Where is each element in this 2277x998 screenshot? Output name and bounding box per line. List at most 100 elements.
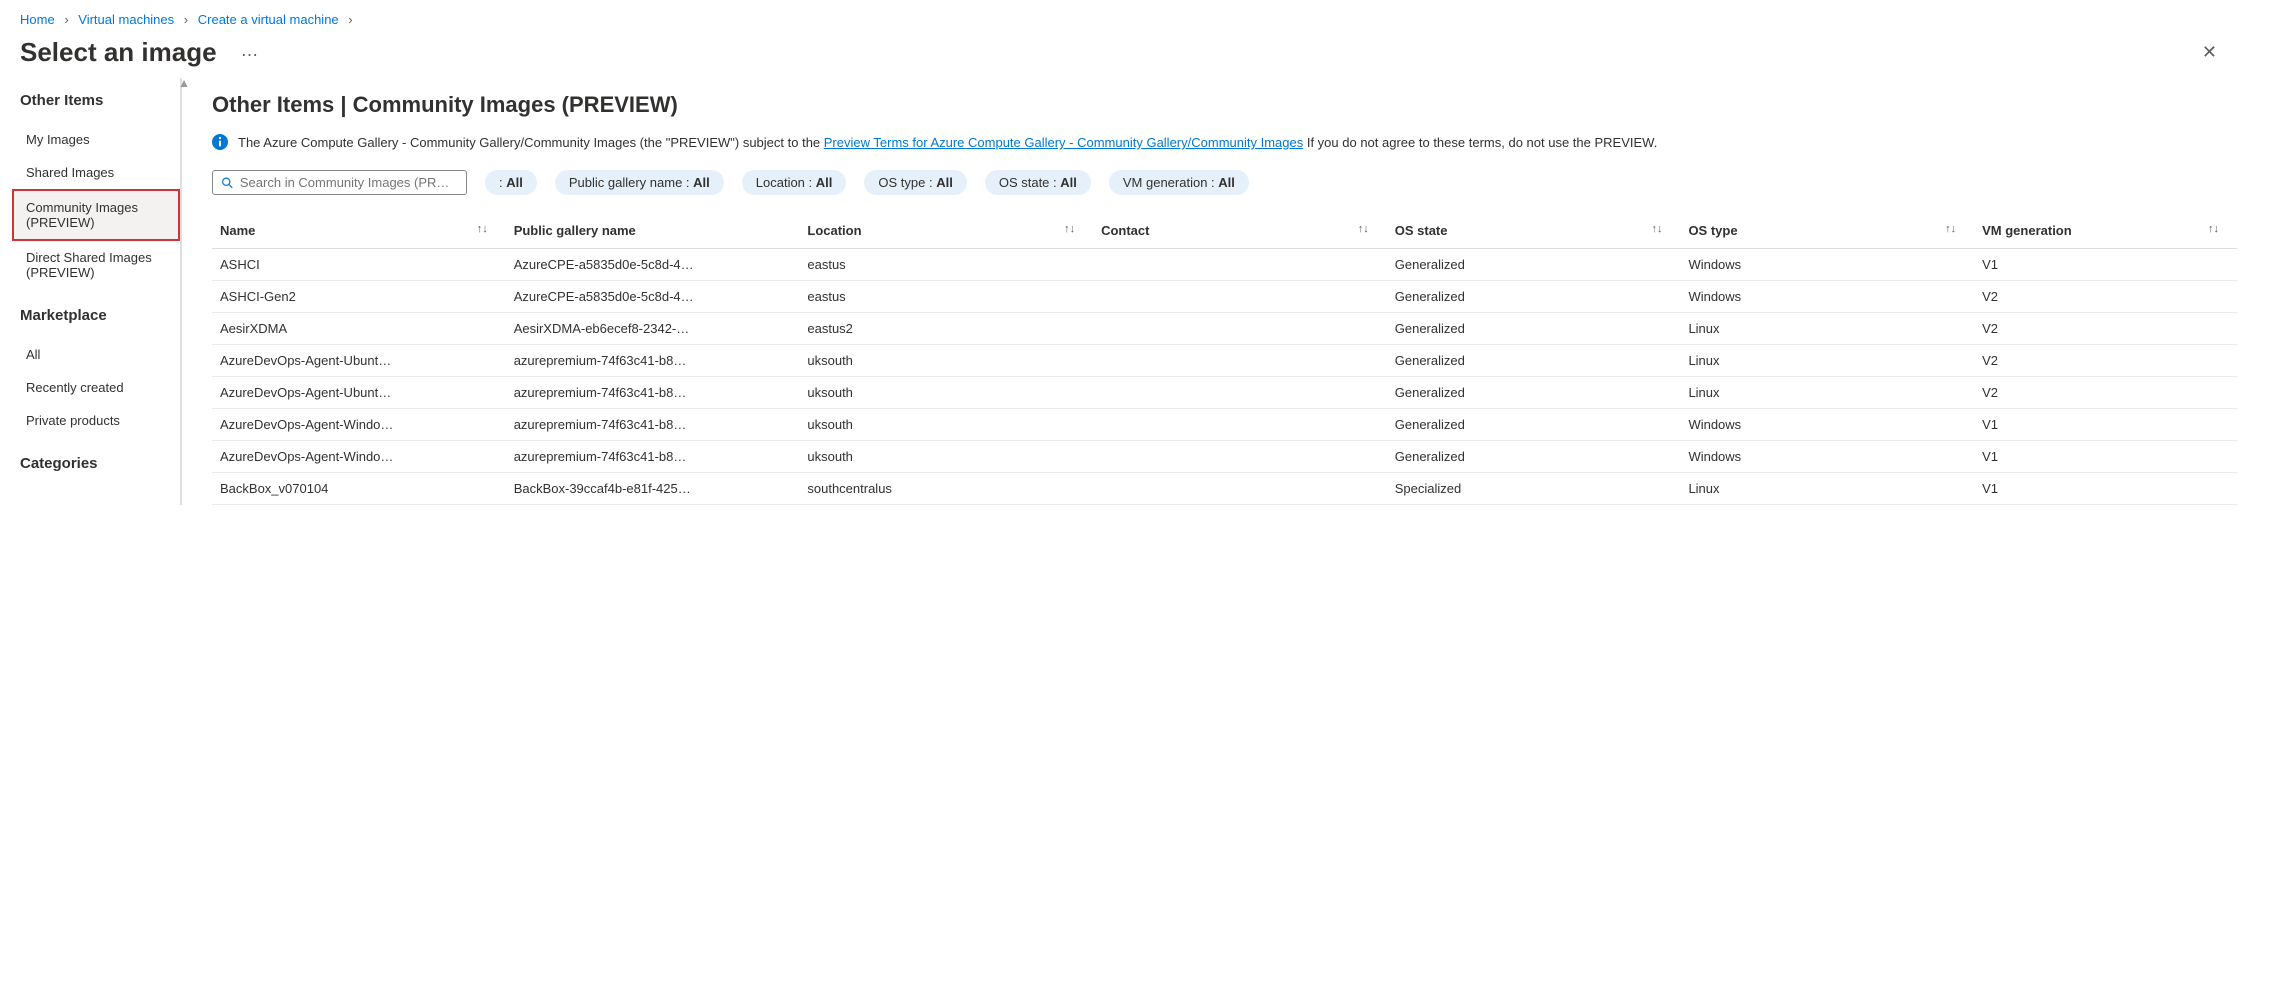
images-table: Name↑↓ Public gallery name Location↑↓ Co… [212,213,2237,505]
sort-icon: ↑↓ [1651,223,1662,235]
table-row[interactable]: BackBox_v070104BackBox-39ccaf4b-e81f-425… [212,473,2237,505]
cell-name: ASHCI [212,249,506,281]
sidebar-item-shared-images[interactable]: Shared Images [20,156,174,189]
filter-pill-osstate[interactable]: OS state : All [985,170,1091,195]
table-row[interactable]: ASHCI-Gen2AzureCPE-a5835d0e-5c8d-4…eastu… [212,281,2237,313]
search-input[interactable] [240,175,458,190]
search-input-wrapper[interactable] [212,170,467,195]
main-heading: Other Items | Community Images (PREVIEW) [212,92,2237,118]
cell-os_state: Generalized [1387,441,1681,473]
sidebar: ▲ Other Items My Images Shared Images Co… [0,78,182,505]
filter-pill-vmgen[interactable]: VM generation : All [1109,170,1249,195]
col-ostype[interactable]: OS type↑↓ [1680,213,1974,249]
cell-name: ASHCI-Gen2 [212,281,506,313]
cell-name: AzureDevOps-Agent-Ubunt… [212,345,506,377]
sidebar-other-items-heading: Other Items [20,92,174,109]
cell-os_type: Windows [1680,249,1974,281]
cell-os_type: Linux [1680,313,1974,345]
cell-contact [1093,281,1387,313]
cell-vmgen: V2 [1974,281,2237,313]
col-osstate[interactable]: OS state↑↓ [1387,213,1681,249]
table-row[interactable]: AzureDevOps-Agent-Ubunt…azurepremium-74f… [212,377,2237,409]
info-text: The Azure Compute Gallery - Community Ga… [238,134,1657,152]
cell-vmgen: V1 [1974,249,2237,281]
cell-location: uksouth [799,409,1093,441]
cell-location: eastus [799,281,1093,313]
chevron-right-icon: › [64,12,68,27]
cell-vmgen: V1 [1974,409,2237,441]
close-button[interactable]: ✕ [2202,42,2257,63]
table-row[interactable]: ASHCIAzureCPE-a5835d0e-5c8d-4…eastusGene… [212,249,2237,281]
cell-contact [1093,409,1387,441]
table-row[interactable]: AzureDevOps-Agent-Ubunt…azurepremium-74f… [212,345,2237,377]
chevron-right-icon: › [184,12,188,27]
cell-gallery: AzureCPE-a5835d0e-5c8d-4… [506,249,800,281]
filter-pill-location[interactable]: Location : All [742,170,847,195]
breadcrumb-home[interactable]: Home [20,12,55,27]
col-name[interactable]: Name↑↓ [212,213,506,249]
cell-gallery: azurepremium-74f63c41-b8… [506,345,800,377]
sidebar-categories-heading: Categories [20,455,174,472]
sort-icon: ↑↓ [1358,223,1369,235]
cell-os_state: Generalized [1387,409,1681,441]
cell-contact [1093,473,1387,505]
sidebar-marketplace-heading: Marketplace [20,307,174,324]
cell-contact [1093,345,1387,377]
cell-contact [1093,249,1387,281]
filter-pill-gallery[interactable]: Public gallery name : All [555,170,724,195]
more-button[interactable]: … [241,40,260,61]
cell-contact [1093,377,1387,409]
cell-vmgen: V2 [1974,345,2237,377]
cell-os_state: Specialized [1387,473,1681,505]
cell-os_type: Windows [1680,409,1974,441]
sort-icon: ↑↓ [2208,223,2219,235]
filter-pill-global[interactable]: : All [485,170,537,195]
cell-location: uksouth [799,441,1093,473]
cell-contact [1093,313,1387,345]
cell-os_type: Linux [1680,345,1974,377]
cell-contact [1093,441,1387,473]
cell-name: AzureDevOps-Agent-Windo… [212,409,506,441]
sidebar-item-recently-created[interactable]: Recently created [20,371,174,404]
sort-icon: ↑↓ [477,223,488,235]
breadcrumb-vms[interactable]: Virtual machines [78,12,174,27]
info-banner: The Azure Compute Gallery - Community Ga… [212,134,2237,152]
col-contact[interactable]: Contact↑↓ [1093,213,1387,249]
cell-gallery: azurepremium-74f63c41-b8… [506,409,800,441]
search-icon [221,176,234,190]
table-row[interactable]: AzureDevOps-Agent-Windo…azurepremium-74f… [212,441,2237,473]
cell-os_state: Generalized [1387,313,1681,345]
cell-gallery: azurepremium-74f63c41-b8… [506,377,800,409]
cell-os_type: Windows [1680,441,1974,473]
cell-os_type: Windows [1680,281,1974,313]
filter-pill-ostype[interactable]: OS type : All [864,170,966,195]
preview-terms-link[interactable]: Preview Terms for Azure Compute Gallery … [824,135,1303,150]
sidebar-item-community-images[interactable]: Community Images (PREVIEW) [12,189,180,241]
cell-vmgen: V2 [1974,377,2237,409]
sidebar-item-all[interactable]: All [20,338,174,371]
col-vmgen[interactable]: VM generation↑↓ [1974,213,2237,249]
page-title: Select an image [20,37,217,68]
cell-os_state: Generalized [1387,345,1681,377]
table-row[interactable]: AzureDevOps-Agent-Windo…azurepremium-74f… [212,409,2237,441]
table-row[interactable]: AesirXDMAAesirXDMA-eb6ecef8-2342-…eastus… [212,313,2237,345]
col-gallery[interactable]: Public gallery name [506,213,800,249]
breadcrumb-create-vm[interactable]: Create a virtual machine [198,12,339,27]
sidebar-item-my-images[interactable]: My Images [20,123,174,156]
cell-os_state: Generalized [1387,377,1681,409]
sidebar-item-private-products[interactable]: Private products [20,404,174,437]
main-content: Other Items | Community Images (PREVIEW)… [182,78,2277,505]
cell-gallery: azurepremium-74f63c41-b8… [506,441,800,473]
cell-gallery: AesirXDMA-eb6ecef8-2342-… [506,313,800,345]
toolbar: : All Public gallery name : All Location… [212,170,2237,195]
scroll-up-icon[interactable]: ▲ [178,76,190,90]
cell-location: uksouth [799,345,1093,377]
sort-icon: ↑↓ [1945,223,1956,235]
cell-os_type: Linux [1680,377,1974,409]
cell-vmgen: V1 [1974,441,2237,473]
col-location[interactable]: Location↑↓ [799,213,1093,249]
info-icon [212,134,228,150]
sidebar-item-direct-shared[interactable]: Direct Shared Images (PREVIEW) [20,241,174,289]
cell-location: eastus2 [799,313,1093,345]
breadcrumb: Home › Virtual machines › Create a virtu… [0,0,2277,33]
